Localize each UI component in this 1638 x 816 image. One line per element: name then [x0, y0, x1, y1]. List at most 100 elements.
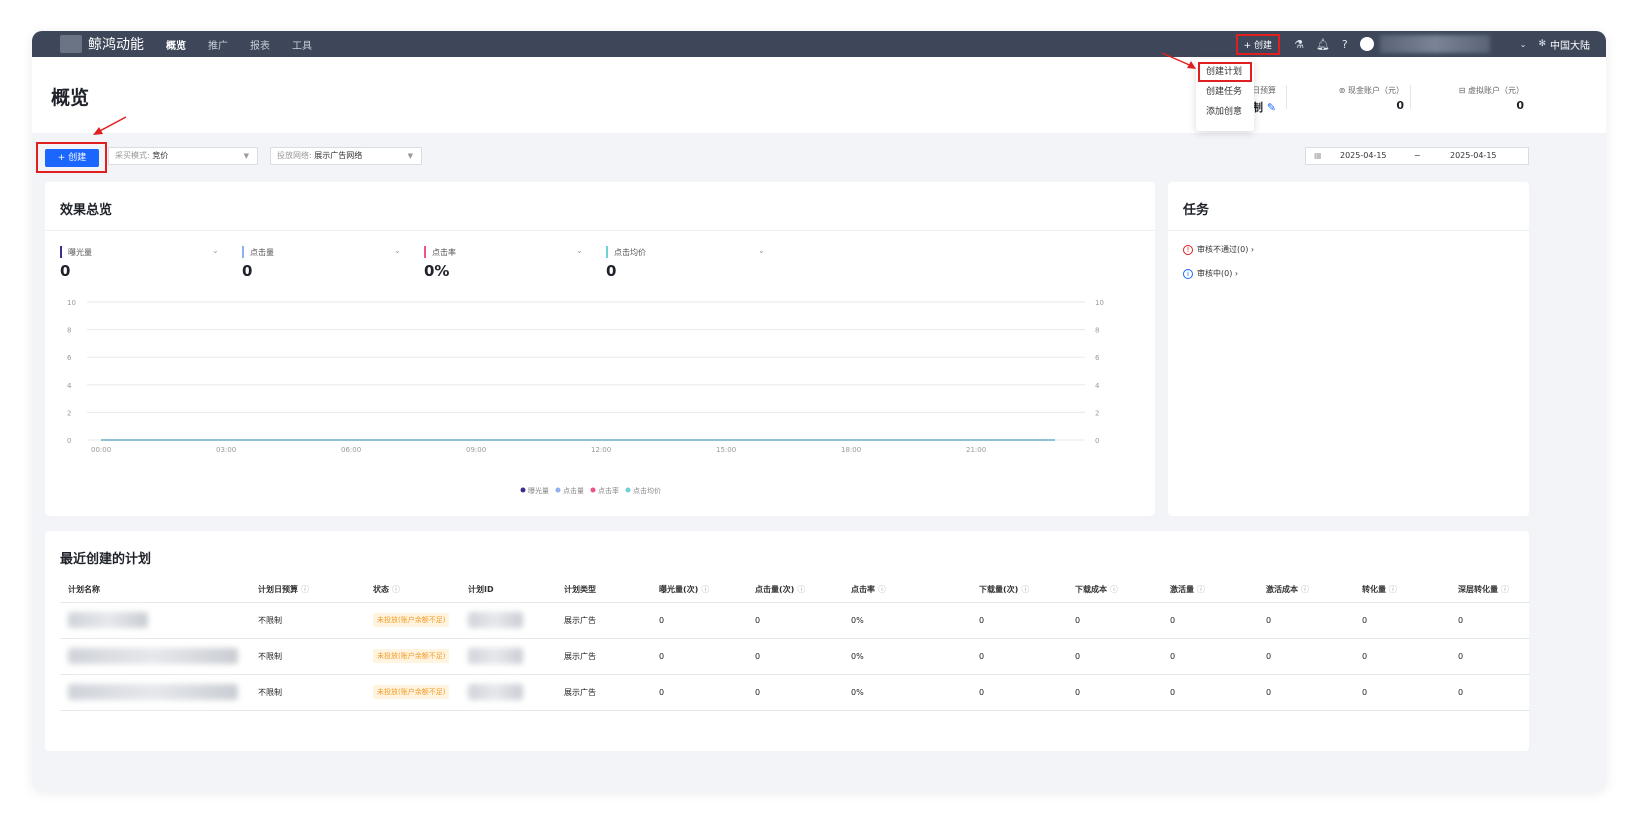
chevron-down-icon[interactable]: ⌄: [212, 246, 219, 255]
table-cell: 不限制: [250, 674, 365, 711]
table-cell: 0: [747, 602, 843, 639]
table-cell: 0: [747, 674, 843, 711]
table-row[interactable]: 不限制 未投放(账户余额不足) 展示广告 0 0 0% 0 0 0 0 0 0: [60, 602, 1530, 639]
nav-create-button[interactable]: + 创建: [1235, 33, 1281, 55]
buy-mode-label: 采买模式:: [115, 151, 150, 160]
nav-tab-overview[interactable]: 概览: [162, 37, 190, 59]
nav-tab-reports[interactable]: 报表: [250, 37, 270, 52]
column-header: 计划ID: [460, 578, 556, 603]
help-icon[interactable]: ⓘ: [1197, 585, 1205, 594]
column-header-label: 激活成本: [1266, 585, 1298, 595]
help-icon[interactable]: ?: [1342, 38, 1348, 51]
help-icon[interactable]: ⓘ: [1501, 585, 1509, 594]
table-header-row: 计划名称 计划日预算 ⓘ 状态 ⓘ 计划ID 计划类型 曝光量(次) ⓘ 点击量(次)…: [60, 578, 1530, 603]
date-end[interactable]: 2025-04-15: [1450, 148, 1497, 164]
plan-id-cell: [460, 638, 556, 675]
cash-value: 0: [1396, 99, 1404, 112]
table-cell: 0: [1354, 674, 1450, 711]
plan-name-cell[interactable]: [60, 638, 250, 675]
help-icon[interactable]: ⓘ: [392, 585, 400, 594]
chevron-down-icon[interactable]: ⌄: [1520, 40, 1527, 49]
metric-value: 0%: [424, 262, 450, 280]
table-cell: 0: [1354, 602, 1450, 639]
avatar[interactable]: [1359, 37, 1374, 51]
menu-item-create-task[interactable]: 创建任务: [1196, 82, 1254, 102]
date-range-picker[interactable]: ▦ 2025-04-15 ~ 2025-04-15: [1305, 147, 1529, 165]
help-icon[interactable]: ⓘ: [1389, 585, 1397, 594]
chevron-down-icon[interactable]: ⌄: [576, 246, 583, 255]
legend-label: 曝光量: [528, 486, 549, 495]
table-cell: 0: [1450, 674, 1530, 711]
chevron-down-icon[interactable]: ⌄: [758, 246, 765, 255]
help-icon[interactable]: ⓘ: [1110, 585, 1118, 594]
buy-mode-value: 竞价: [152, 151, 169, 160]
table-row[interactable]: 不限制 未投放(账户余额不足) 展示广告 0 0 0% 0 0 0 0 0 0: [60, 638, 1530, 675]
alert-icon: !: [1183, 245, 1193, 255]
nav-tab-tools[interactable]: 工具: [292, 37, 312, 52]
page-header: 概览 日预算 制 ✎ ⊚ 现金账户（元） 0 ⊟ 虚拟账户（元） 0: [32, 57, 1606, 133]
menu-item-add-creative[interactable]: 添加创意: [1196, 102, 1254, 122]
flask-icon[interactable]: ⚗: [1294, 38, 1304, 51]
help-icon[interactable]: ⓘ: [701, 585, 709, 594]
network-select[interactable]: 投放网络: 展示广告网络 ▼: [270, 147, 422, 165]
date-start[interactable]: 2025-04-15: [1340, 148, 1387, 164]
edit-icon[interactable]: ✎: [1267, 101, 1276, 114]
legend-marker: [625, 487, 631, 493]
column-header: 深层转化量 ⓘ: [1450, 578, 1530, 603]
y-tick-label-left: 4: [67, 382, 72, 390]
x-tick-label: 00:00: [91, 446, 111, 454]
column-header: 转化量 ⓘ: [1354, 578, 1450, 603]
redacted-text: [68, 684, 238, 700]
x-tick-label: 06:00: [341, 446, 361, 454]
create-dropdown: 创建计划 创建任务 添加创意: [1196, 59, 1254, 131]
wallet-icon: ⊟: [1458, 86, 1466, 95]
help-icon[interactable]: ⓘ: [301, 585, 309, 594]
table-cell: 0: [651, 674, 747, 711]
redacted-text: [68, 612, 148, 628]
task-rejected[interactable]: ! 审核不通过(0) ›: [1183, 244, 1254, 255]
chevron-down-icon[interactable]: ⌄: [394, 246, 401, 255]
table-cell: 展示广告: [556, 602, 651, 639]
buy-mode-select[interactable]: 采买模式: 竞价 ▼: [108, 147, 258, 165]
help-icon[interactable]: ⓘ: [797, 585, 805, 594]
create-button-highlight: + 创建: [36, 142, 107, 173]
nav-right: + 创建 ⚗ 🔔︎ ? ⌄ ✻ 中国大陆: [1235, 31, 1606, 57]
status-cell: 未投放(账户余额不足): [365, 602, 460, 639]
help-icon[interactable]: ⓘ: [1021, 585, 1029, 594]
plan-id-cell: [460, 674, 556, 711]
task-reviewing[interactable]: i 审核中(0) ›: [1183, 268, 1238, 279]
table-cell: 0: [651, 638, 747, 675]
status-cell: 未投放(账户余额不足): [365, 638, 460, 675]
account-name-redacted: [1379, 35, 1490, 53]
region-selector[interactable]: 中国大陆: [1550, 37, 1590, 52]
create-button[interactable]: + 创建: [45, 149, 99, 167]
metric-color-bar: [60, 246, 62, 258]
legend-label: 点击均价: [633, 486, 661, 495]
plan-name-cell[interactable]: [60, 602, 250, 639]
network-label: 投放网络:: [277, 151, 312, 160]
menu-item-create-plan[interactable]: 创建计划: [1198, 62, 1252, 82]
table-cell: 展示广告: [556, 674, 651, 711]
table-row[interactable]: 不限制 未投放(账户余额不足) 展示广告 0 0 0% 0 0 0 0 0 0: [60, 674, 1530, 711]
help-icon[interactable]: ⓘ: [1301, 585, 1309, 594]
plan-name-cell[interactable]: [60, 674, 250, 711]
task-title: 任务: [1183, 203, 1210, 218]
table-cell: 展示广告: [556, 638, 651, 675]
recent-plans-title: 最近创建的计划: [60, 552, 152, 567]
y-tick-label-left: 10: [67, 299, 76, 307]
metric-value: 0: [60, 262, 71, 280]
legend-marker: [590, 487, 596, 493]
budget-label: 日预算: [1252, 86, 1277, 95]
metric-value: 0: [606, 262, 617, 280]
nav-tab-promotion[interactable]: 推广: [208, 37, 228, 52]
table-cell: 0: [1067, 602, 1162, 639]
y-tick-label-right: 4: [1095, 382, 1100, 390]
y-tick-label-left: 6: [67, 354, 72, 362]
column-header: 下载量(次) ⓘ: [971, 578, 1067, 603]
help-icon[interactable]: ⓘ: [878, 585, 886, 594]
redacted-text: [468, 612, 523, 628]
virtual-value: 0: [1516, 99, 1524, 112]
chevron-right-icon: ›: [1234, 269, 1239, 278]
bell-icon[interactable]: 🔔︎: [1316, 38, 1330, 51]
table-cell: 0%: [843, 674, 971, 711]
